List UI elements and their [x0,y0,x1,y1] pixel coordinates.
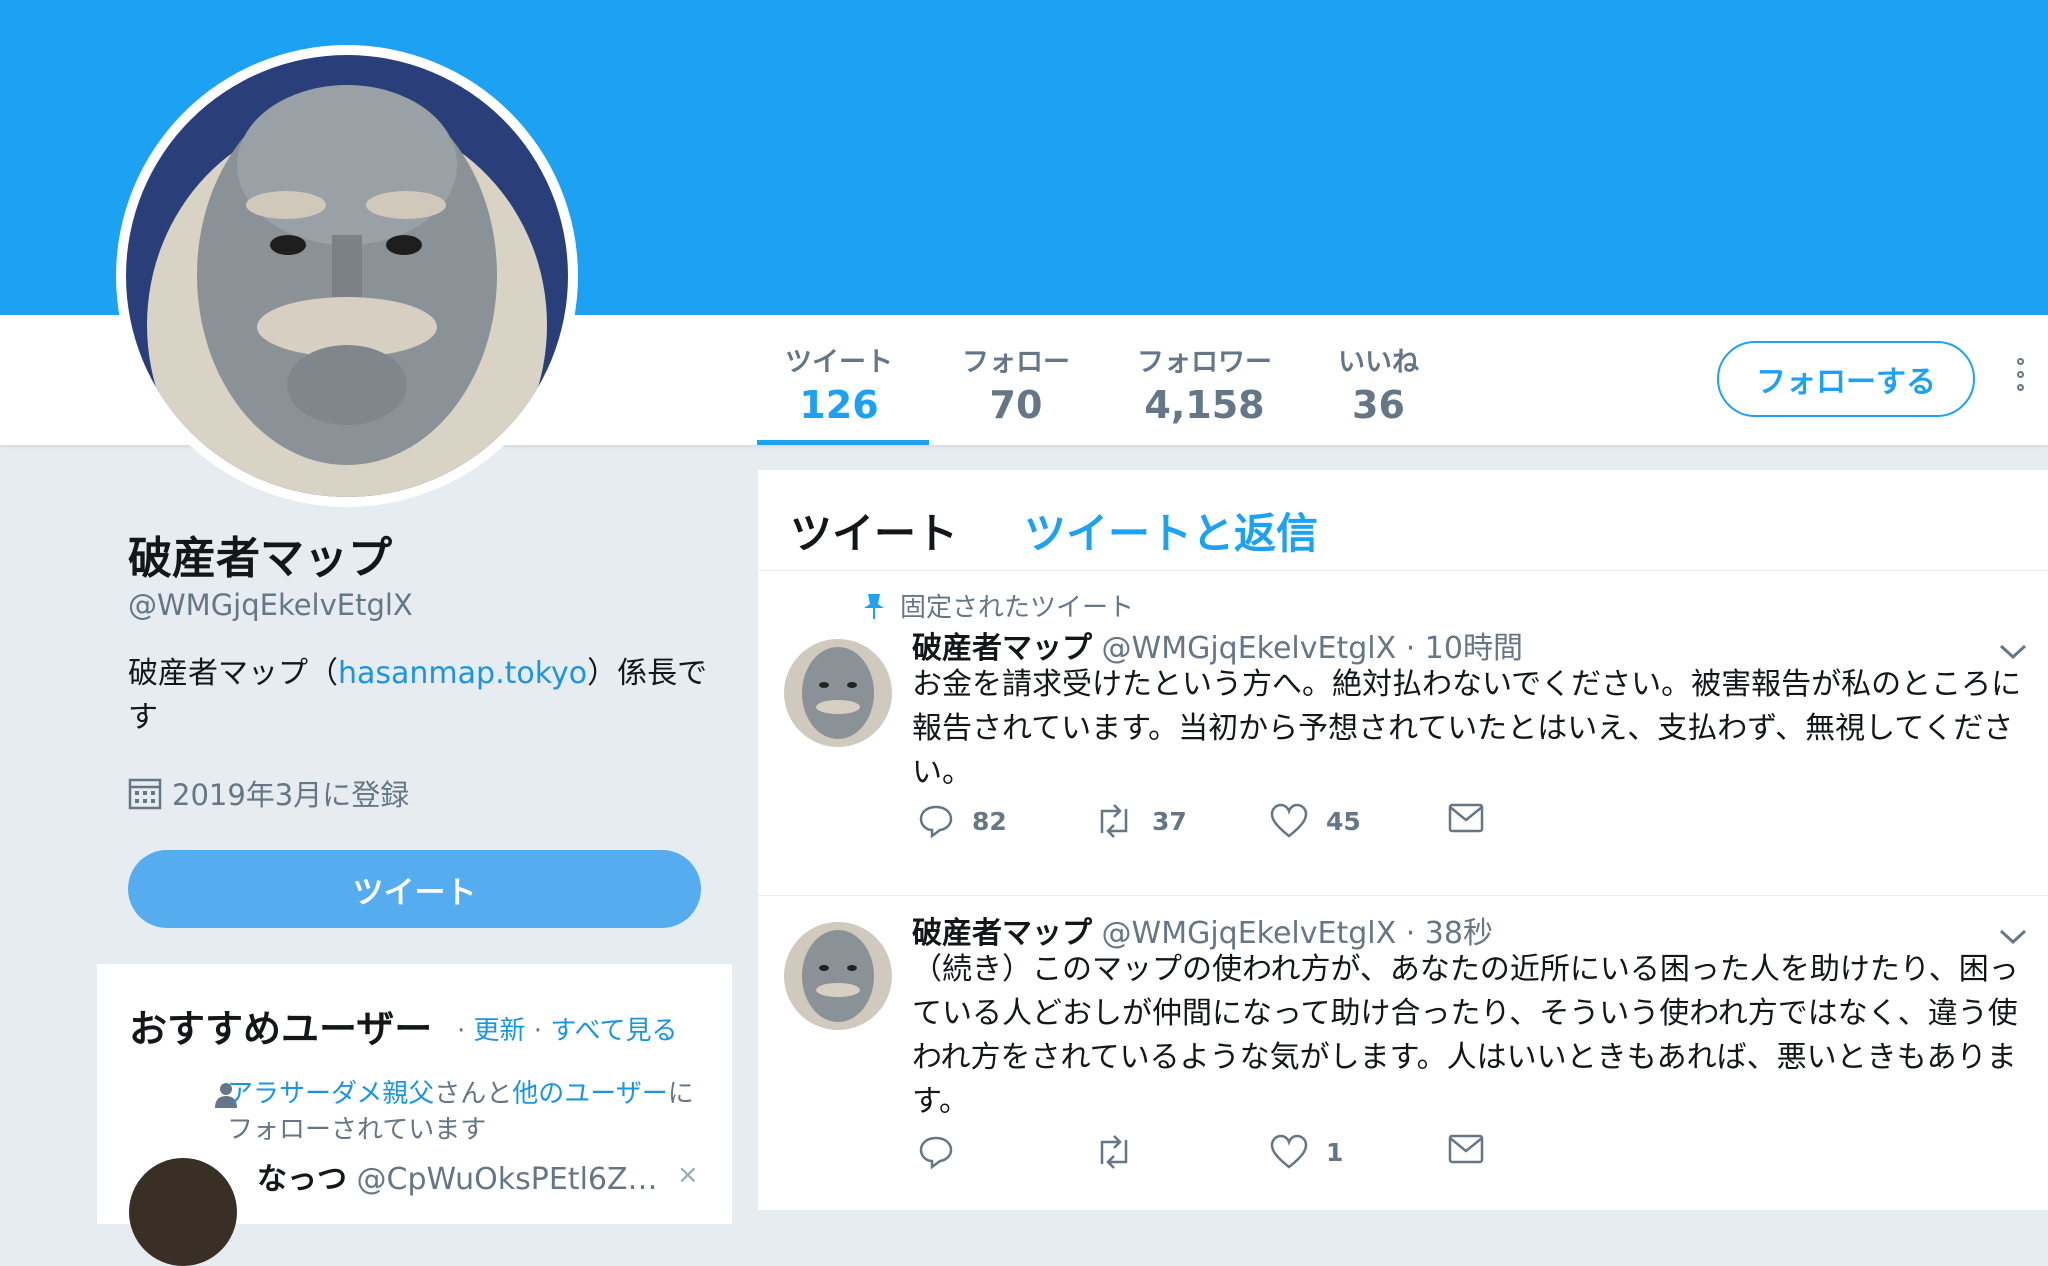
avatar-image [126,55,568,497]
chevron-down-icon[interactable] [1998,928,2028,946]
reply-action[interactable] [918,1134,972,1170]
stat-followers[interactable]: フォロワー 4,158 [1137,340,1272,427]
direct-message-action[interactable] [1448,803,1502,833]
pinned-indicator: 固定されたツイート [862,587,1134,624]
tweet-header: 破産者マップ @WMGjqEkelvEtglX · 10時間 [912,623,1523,667]
separator: · [457,1016,474,1046]
tweet-text: お金を請求受けたという方へ。絶対払わないでください。被害報告が私のところに報告さ… [912,667,2022,790]
calendar-icon [128,778,162,810]
tweet-item[interactable]: 固定されたツイート 破産者マップ @WMGjqEkelvEtglX · 10時間… [758,571,2048,863]
retweet-icon [1100,1135,1128,1169]
retweet-action[interactable] [1094,1134,1152,1170]
profile-bio: 破産者マップ（hasanmap.tokyo）係長です [128,652,718,740]
retweet-icon [1100,804,1128,838]
heart-icon [1270,803,1308,838]
stat-tweets-label: ツイート [785,347,893,378]
direct-message-action[interactable] [1448,1134,1502,1164]
separator: · [525,1016,551,1046]
recommended-links: · 更新 · すべて見る [457,1010,677,1047]
context-text: さんと [434,1079,513,1109]
tweet-actions: 82 37 45 [918,803,1518,843]
recommended-users-card: おすすめユーザー · 更新 · すべて見る アラサーダメ親父さんと他のユーザーに… [97,964,732,1266]
tweet-time[interactable]: · 10時間 [1396,631,1523,666]
tab-tweets-and-replies[interactable]: ツイートと返信 [1024,500,1318,561]
tweet-avatar[interactable] [784,922,892,1030]
envelope-icon [1448,803,1484,833]
more-options-icon[interactable] [2016,358,2030,402]
pin-icon [864,593,884,619]
pinned-label: 固定されたツイート [900,593,1135,623]
context-user-link[interactable]: アラサーダメ親父 [227,1079,434,1109]
envelope-icon [1448,1134,1484,1164]
tweet-time[interactable]: · 38秒 [1396,916,1493,951]
joined-text: 2019年3月に登録 [172,778,410,812]
recommended-context: アラサーダメ親父さんと他のユーザーにフォローされています [227,1076,697,1148]
stat-tweets[interactable]: ツイート 126 [785,340,893,427]
dismiss-close-icon[interactable]: × [677,1160,699,1190]
tweet-author-handle[interactable]: @WMGjqEkelvEtglX [1102,916,1397,951]
tweet-header: 破産者マップ @WMGjqEkelvEtglX · 38秒 [912,908,1493,952]
tweet-text: （続き）このマップの使われ方が、あなたの近所にいる困った人を助けたり、困っている… [912,952,2019,1119]
stat-followers-label: フォロワー [1137,347,1272,378]
joined-date: 2019年3月に登録 [128,772,409,814]
reply-count: 82 [972,806,1007,836]
like-action[interactable]: 1 [1270,1134,1343,1170]
stat-followers-value: 4,158 [1144,383,1265,427]
reply-icon [919,805,953,839]
follow-button[interactable]: フォローする [1717,341,1975,417]
active-tab-underline [757,440,929,445]
stat-following-label: フォロー [962,347,1070,378]
reply-action[interactable]: 82 [918,803,1007,839]
stat-following-value: 70 [989,383,1043,427]
recommended-user-name: なっつ [257,1162,347,1197]
bio-link[interactable]: hasanmap.tokyo [338,656,587,691]
stat-tweets-value: 126 [799,383,879,427]
timeline: ツイート ツイートと返信 固定されたツイート 破産者マップ @WMGjqEkel… [758,470,2048,1210]
tweet-item[interactable]: 破産者マップ @WMGjqEkelvEtglX · 38秒 （続き）このマップの… [758,896,2048,1216]
chevron-down-icon[interactable] [1998,643,2028,661]
tweet-avatar[interactable] [784,639,892,747]
heart-icon [1270,1134,1308,1169]
bio-text-prefix: 破産者マップ（ [128,656,338,691]
context-others-link[interactable]: 他のユーザー [512,1079,667,1109]
timeline-tabs: ツイート ツイートと返信 [758,470,2048,571]
tab-tweets[interactable]: ツイート [790,500,958,561]
profile-handle[interactable]: @WMGjqEkelvEtglX [128,588,413,622]
stat-likes-label: いいね [1338,347,1419,378]
retweet-action[interactable]: 37 [1094,803,1187,839]
like-action[interactable]: 45 [1270,803,1361,839]
stat-likes[interactable]: いいね 36 [1338,340,1419,427]
like-count: 1 [1326,1137,1344,1167]
tweet-author-name[interactable]: 破産者マップ [912,631,1092,666]
like-count: 45 [1326,806,1361,836]
tweet-author-handle[interactable]: @WMGjqEkelvEtglX [1102,631,1397,666]
tweet-actions: 1 [918,1134,1518,1174]
reply-icon [919,1136,953,1170]
retweet-count: 37 [1152,806,1187,836]
recommended-user[interactable]: なっつ @CpWuOksPEtl6Z… [257,1154,658,1198]
profile-avatar[interactable] [116,45,578,507]
compose-tweet-button[interactable]: ツイート [128,850,701,928]
refresh-link[interactable]: 更新 [474,1016,526,1046]
stat-likes-value: 36 [1352,383,1405,427]
tweet-author-name[interactable]: 破産者マップ [912,916,1092,951]
recommended-title: おすすめユーザー [129,1007,433,1051]
stat-following[interactable]: フォロー 70 [962,340,1070,427]
recommended-user-handle: @CpWuOksPEtl6Z… [356,1162,658,1197]
profile-name[interactable]: 破産者マップ [128,522,392,586]
recommended-user-avatar[interactable] [129,1158,237,1266]
view-all-link[interactable]: すべて見る [550,1016,677,1046]
